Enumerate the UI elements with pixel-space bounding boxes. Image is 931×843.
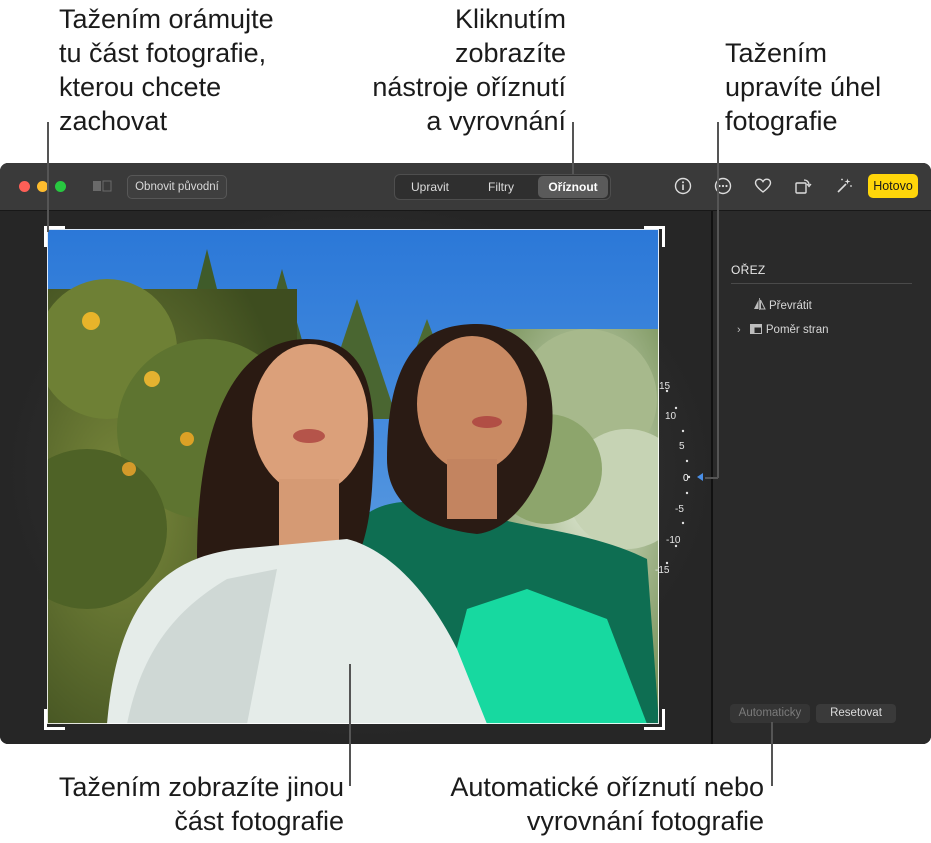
done-button[interactable]: Hotovo	[868, 174, 918, 198]
callout-drag-photo: Tažením zobrazíte jinou část fotografie	[58, 772, 344, 836]
rotate-icon[interactable]	[794, 177, 812, 195]
sidebar-divider-line	[731, 283, 912, 284]
dial-label-minus-15: -15	[655, 565, 670, 576]
leader-crop-tools	[572, 122, 574, 174]
compare-icon[interactable]	[92, 180, 112, 192]
edit-mode-tabs: Upravit Filtry Oříznout	[394, 174, 611, 200]
callout-auto-crop: Automatické oříznutí nebo vyrovnání foto…	[450, 772, 764, 836]
sidebar-title: OŘEZ	[731, 263, 766, 277]
callout-crop-tools: Kliknutím zobrazíte nástroje oříznutí a …	[372, 4, 566, 136]
flip-button[interactable]: Převrátit	[753, 298, 812, 312]
leader-auto-crop	[771, 722, 773, 786]
leader-crop-frame	[47, 122, 49, 232]
heart-icon[interactable]	[754, 177, 772, 195]
flip-label: Převrátit	[769, 300, 812, 312]
zoom-window-button[interactable]	[55, 181, 66, 192]
toolbar: Obnovit původní Upravit Filtry Oříznout	[0, 163, 931, 211]
crop-frame[interactable]	[47, 229, 659, 724]
magic-wand-icon[interactable]	[835, 177, 853, 195]
aspect-ratio-row[interactable]: › Poměr stran	[737, 324, 829, 336]
close-window-button[interactable]	[19, 181, 30, 192]
dial-label-15: 15	[659, 381, 671, 392]
reset-button[interactable]: Resetovat	[816, 704, 896, 723]
crop-sidebar: OŘEZ Převrátit › Poměr stran Automaticky…	[713, 211, 931, 744]
dial-indicator-icon	[697, 473, 703, 481]
straighten-dial[interactable]: 15 10 5 0 -5 -10 -15	[645, 363, 705, 593]
crop-handle-bottom-right[interactable]	[644, 709, 665, 730]
info-icon[interactable]	[674, 177, 692, 195]
dial-label-5: 5	[679, 441, 685, 452]
revert-original-button[interactable]: Obnovit původní	[127, 175, 227, 199]
callout-angle: Tažením upravíte úhel fotografie	[725, 38, 882, 136]
chevron-right-icon[interactable]: ›	[737, 324, 741, 336]
dial-label-minus-10: -10	[666, 535, 681, 546]
leader-angle-tick	[705, 477, 718, 479]
leader-angle	[717, 122, 719, 478]
tab-adjust[interactable]: Upravit	[395, 175, 465, 199]
dial-label-minus-5: -5	[675, 504, 684, 515]
flip-icon	[754, 298, 766, 310]
tab-crop[interactable]: Oříznout	[538, 176, 608, 198]
auto-crop-button[interactable]: Automaticky	[730, 704, 810, 723]
crop-handle-bottom-left[interactable]	[44, 709, 65, 730]
dial-label-10: 10	[665, 411, 677, 422]
aspect-ratio-label: Poměr stran	[765, 324, 829, 336]
leader-drag-photo	[349, 664, 351, 786]
aspect-ratio-icon	[749, 324, 762, 334]
dial-label-0: 0	[683, 473, 689, 484]
tab-filters[interactable]: Filtry	[465, 175, 537, 199]
crop-handle-top-right[interactable]	[644, 226, 665, 247]
callout-crop-frame: Tažením orámujte tu část fotografie, kte…	[59, 4, 274, 136]
